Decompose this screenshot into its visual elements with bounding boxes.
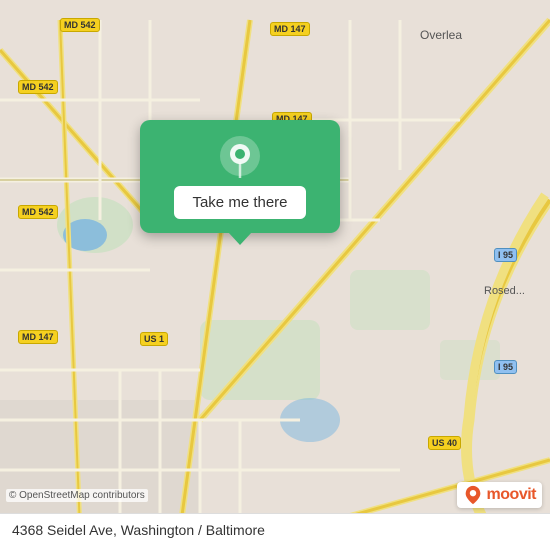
location-pin-icon <box>218 134 262 178</box>
bottom-bar: 4368 Seidel Ave, Washington / Baltimore <box>0 513 550 550</box>
road-badge-us40: US 40 <box>428 436 461 450</box>
road-badge-md542-3: MD 542 <box>18 205 58 219</box>
road-badge-md542-2: MD 542 <box>18 80 58 94</box>
place-label-roseda: Rosed... <box>484 285 525 297</box>
road-badge-i95-1: I 95 <box>494 248 517 262</box>
popup-card: Take me there <box>140 120 340 233</box>
osm-attribution: © OpenStreetMap contributors <box>6 489 148 502</box>
road-badge-i95-2: I 95 <box>494 360 517 374</box>
moovit-logo-text: moovit <box>487 486 536 504</box>
road-badge-md147-1: MD 147 <box>270 22 310 36</box>
map-container: Overlea Rosed... MD 542 MD 147 MD 542 MD… <box>0 0 550 550</box>
road-badge-md147-3: MD 147 <box>18 330 58 344</box>
take-me-there-button[interactable]: Take me there <box>174 186 305 219</box>
address-text: 4368 Seidel Ave, Washington / Baltimore <box>12 522 265 538</box>
road-badge-us1: US 1 <box>140 332 168 346</box>
moovit-icon <box>463 484 483 506</box>
road-badge-md542-1: MD 542 <box>60 18 100 32</box>
moovit-logo: moovit <box>457 482 542 508</box>
place-label-overlea: Overlea <box>420 28 462 42</box>
